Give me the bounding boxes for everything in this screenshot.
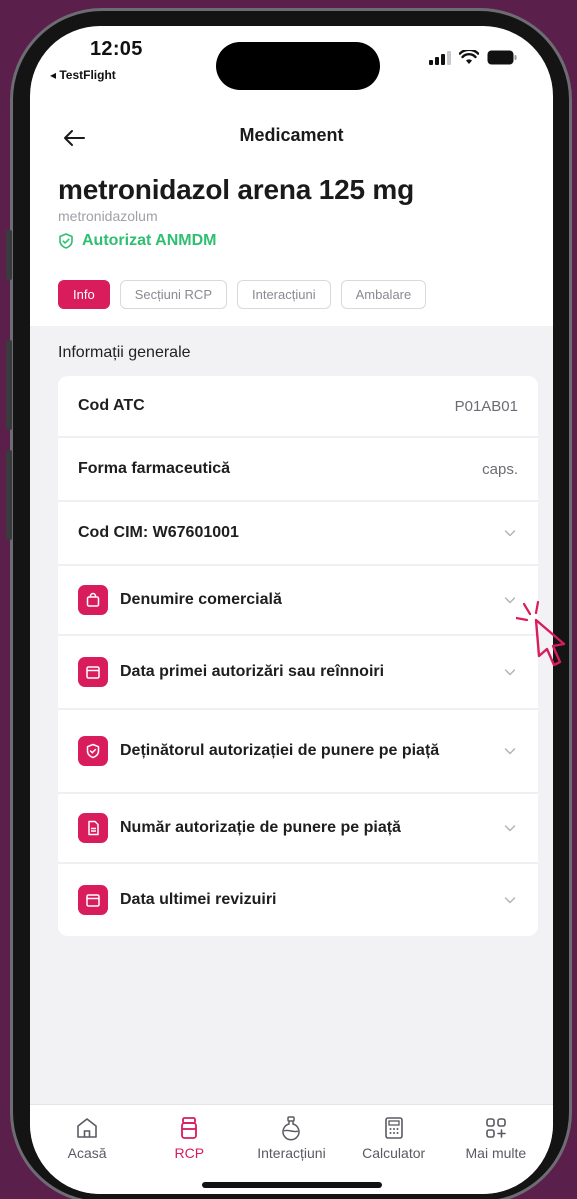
nav-label: RCP: [174, 1145, 205, 1161]
info-card: Cod ATC P01AB01 Forma farmaceutică caps.…: [58, 376, 538, 936]
calendar-icon: [78, 885, 108, 915]
document-icon: [78, 813, 108, 843]
nav-label: Calculator: [362, 1145, 426, 1161]
tab-sectiuni-rcp[interactable]: Secțiuni RCP: [119, 280, 227, 309]
phone-screen: 12:05 ◂ TestFlight Medicament metronidaz…: [30, 26, 553, 1194]
row-label: Data primei autorizări sau reînnoiri: [120, 663, 385, 680]
expand-row-data-primei-autorizari[interactable]: Data primei autorizări sau reînnoiri: [58, 636, 538, 710]
nav-item-mai-multe[interactable]: Mai multe: [446, 1105, 546, 1194]
flask-icon: [282, 1116, 301, 1141]
battery-icon: [487, 50, 517, 65]
chevron-down-icon: [504, 530, 516, 537]
phone-side-button: [6, 340, 12, 430]
row-label: Denumire comercială: [120, 591, 282, 608]
shopping-bag-icon: [78, 585, 108, 615]
status-time: 12:05: [90, 38, 143, 60]
chevron-down-icon: [504, 897, 516, 904]
medicine-substance: metronidazolum: [58, 208, 158, 224]
home-indicator: [202, 1182, 382, 1188]
page-title: Medicament: [239, 125, 344, 145]
chevron-down-icon: [504, 825, 516, 832]
expand-row-numar-autorizatie[interactable]: Număr autorizație de punere pe piață: [58, 794, 538, 864]
tab-bar: Info Secțiuni RCP Interacțiuni Ambalare: [58, 280, 427, 309]
grid-plus-icon: [486, 1118, 506, 1138]
shield-check-icon: [59, 233, 73, 249]
section-title: Informații generale: [58, 344, 191, 361]
chevron-down-icon: [504, 748, 516, 755]
authorization-label: Autorizat ANMDM: [82, 232, 217, 249]
wifi-icon: [459, 50, 479, 64]
row-label: Deținătorul autorizației de punere pe pi…: [120, 742, 440, 759]
nav-item-interactiuni[interactable]: Interacțiuni: [241, 1105, 341, 1194]
signal-icon: [429, 50, 451, 65]
nav-label: Acasă: [67, 1145, 107, 1161]
row-value: P01AB01: [454, 397, 518, 415]
click-cursor-icon: [516, 600, 566, 667]
medicine-name: metronidazol arena 125 mg: [58, 174, 415, 205]
row-label: Forma farmaceutică: [78, 460, 231, 477]
nav-item-rcp[interactable]: RCP: [139, 1105, 239, 1194]
nav-label: Mai multe: [465, 1145, 527, 1161]
nav-item-acasa[interactable]: Acasă: [37, 1105, 137, 1194]
row-label: Cod CIM: W67601001: [78, 524, 239, 541]
home-icon: [77, 1118, 97, 1138]
row-label: Cod ATC: [78, 397, 145, 414]
status-icons: [429, 50, 517, 65]
nav-label: Interacțiuni: [257, 1145, 326, 1161]
expand-row-data-ultimei-revizuiri[interactable]: Data ultimei revizuiri: [58, 864, 538, 936]
expand-row-detinatorul-autorizatiei[interactable]: Deținătorul autorizației de punere pe pi…: [58, 710, 538, 794]
row-label: Data ultimei revizuiri: [120, 891, 277, 908]
row-label: Număr autorizație de punere pe piață: [120, 819, 401, 836]
calendar-icon: [78, 657, 108, 687]
tab-interactiuni[interactable]: Interacțiuni: [237, 280, 331, 309]
phone-side-button: [6, 450, 12, 540]
tab-ambalare[interactable]: Ambalare: [340, 280, 427, 309]
expand-row-denumire-comerciala[interactable]: Denumire comercială: [58, 566, 538, 636]
pill-bottle-icon: [181, 1117, 198, 1139]
status-back-app[interactable]: ◂ TestFlight: [50, 68, 116, 82]
info-row-forma-farmaceutica: Forma farmaceutică caps.: [58, 438, 538, 502]
bottom-nav: Acasă RCP Interacțiuni Calculator Mai mu…: [30, 1104, 553, 1194]
dynamic-island: [216, 42, 380, 90]
phone-side-button: [6, 230, 12, 280]
info-row-cod-atc: Cod ATC P01AB01: [58, 376, 538, 438]
row-value: caps.: [482, 460, 518, 478]
tab-info[interactable]: Info: [58, 280, 110, 309]
shield-icon: [78, 736, 108, 766]
authorization-badge: Autorizat ANMDM: [58, 232, 217, 250]
info-row-cod-cim[interactable]: Cod CIM: W67601001: [58, 502, 538, 566]
nav-item-calculator[interactable]: Calculator: [344, 1105, 444, 1194]
calculator-icon: [384, 1117, 403, 1139]
